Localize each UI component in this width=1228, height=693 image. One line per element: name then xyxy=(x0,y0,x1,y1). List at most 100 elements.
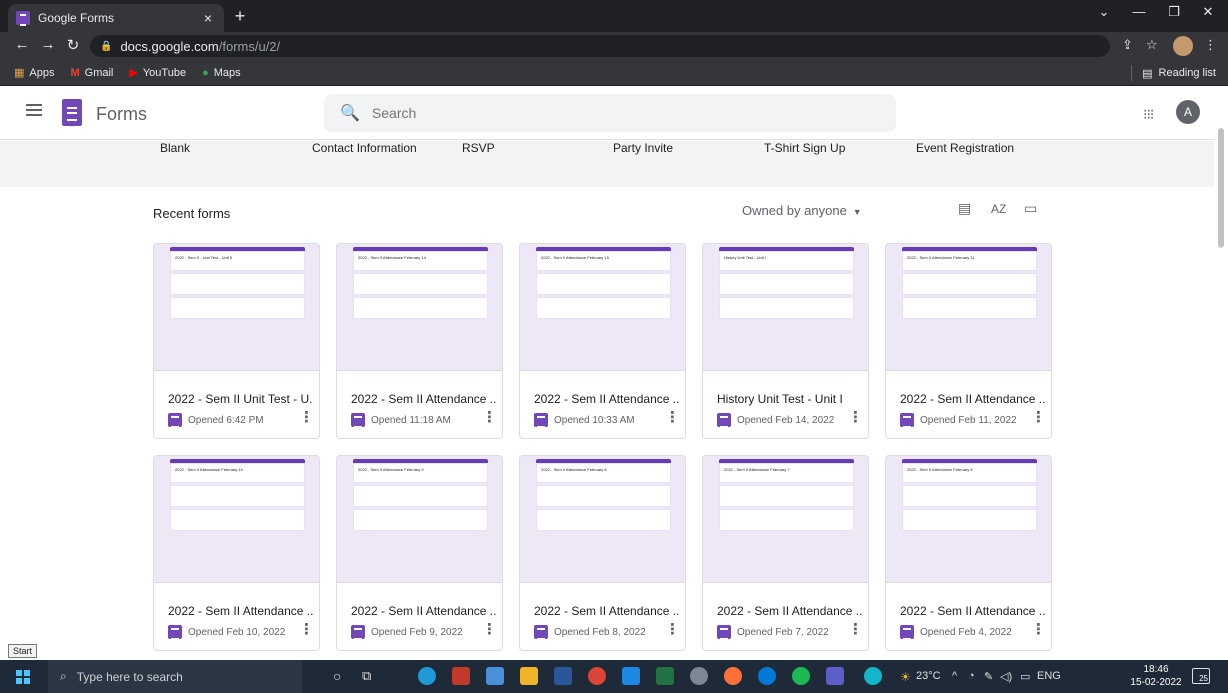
more-options-icon[interactable]: ⋮ xyxy=(665,410,680,426)
share-icon[interactable]: ⇪ xyxy=(1122,37,1133,53)
template-contact-information[interactable]: Contact Information xyxy=(312,141,417,155)
form-thumbnail[interactable]: 2022 - Sem II Attendance February 7 xyxy=(703,456,868,583)
form-card[interactable]: History Unit Test - Unit I History Unit T… xyxy=(702,243,869,439)
more-options-icon[interactable]: ⋮ xyxy=(848,410,863,426)
form-card-title[interactable]: 2022 - Sem II Attendance ... xyxy=(351,392,496,406)
form-card[interactable]: 2022 - Sem II Attendance February 8 2022 … xyxy=(519,455,686,651)
form-thumbnail[interactable]: 2022 - Sem II Attendance February 11 xyxy=(886,244,1051,371)
forms-logo-icon[interactable] xyxy=(62,99,82,126)
firefox-icon[interactable] xyxy=(724,667,742,685)
cortana-app-icon[interactable] xyxy=(758,667,776,685)
chrome-menu-icon[interactable]: ⋮ xyxy=(1204,37,1217,53)
folder-icon[interactable]: ▭ xyxy=(1024,200,1037,217)
form-card[interactable]: 2022 - Sem II Attendance February 10 2022… xyxy=(153,455,320,651)
template-party-invite[interactable]: Party Invite xyxy=(613,141,673,155)
weather-icon[interactable]: ☀ xyxy=(900,670,911,684)
form-card[interactable]: 2022 - Sem II Attendance February 4 2022 … xyxy=(885,455,1052,651)
windows-start-icon[interactable] xyxy=(16,670,30,684)
app-icon[interactable] xyxy=(690,667,708,685)
search-bar[interactable]: 🔍 xyxy=(324,94,896,132)
form-card[interactable]: 2022 - Sem II Attendance February 15 2022… xyxy=(519,243,686,439)
taskbar-search-box[interactable]: ⌕ Type here to search xyxy=(48,660,302,693)
app-icon[interactable] xyxy=(622,667,640,685)
file-explorer-icon[interactable] xyxy=(520,667,538,685)
more-options-icon[interactable]: ⋮ xyxy=(299,410,314,426)
more-options-icon[interactable]: ⋮ xyxy=(848,622,863,638)
network-icon[interactable]: ◔ xyxy=(968,670,975,682)
reload-icon[interactable]: ↻ xyxy=(63,36,83,54)
word-icon[interactable] xyxy=(554,667,572,685)
form-card[interactable]: 2022 - Sem II Attendance February 14 2022… xyxy=(336,243,503,439)
task-view-icon[interactable]: ⧉ xyxy=(362,668,371,684)
edge-icon[interactable] xyxy=(418,667,436,685)
template-rsvp[interactable]: RSVP xyxy=(462,141,495,155)
form-card[interactable]: 2022 - Sem II - Unit Test - Unit II 2022 … xyxy=(153,243,320,439)
form-thumbnail[interactable]: 2022 - Sem II Attendance February 4 xyxy=(886,456,1051,583)
list-view-icon[interactable]: ▤ xyxy=(958,200,971,217)
more-options-icon[interactable]: ⋮ xyxy=(1031,410,1046,426)
form-card[interactable]: 2022 - Sem II Attendance February 9 2022 … xyxy=(336,455,503,651)
app-icon[interactable] xyxy=(826,667,844,685)
reading-list-button[interactable]: ▤ Reading list xyxy=(1131,65,1216,81)
search-input[interactable] xyxy=(371,105,852,121)
tab-google-forms[interactable]: Google Forms × xyxy=(8,4,224,32)
form-thumbnail[interactable]: 2022 - Sem II Attendance February 15 xyxy=(520,244,685,371)
spotify-icon[interactable] xyxy=(792,667,810,685)
excel-icon[interactable] xyxy=(656,667,674,685)
tab-search-chevron-icon[interactable]: ⌄ xyxy=(1090,4,1118,20)
back-icon[interactable]: ← xyxy=(12,36,32,53)
form-card-title[interactable]: 2022 - Sem II Attendance ... xyxy=(900,392,1045,406)
form-card-title[interactable]: History Unit Test - Unit I xyxy=(717,392,862,406)
account-avatar[interactable]: A xyxy=(1176,100,1200,124)
form-card[interactable]: 2022 - Sem II Attendance February 11 2022… xyxy=(885,243,1052,439)
bookmark-apps[interactable]: ▦ Apps xyxy=(14,66,54,80)
chrome-icon[interactable] xyxy=(588,667,606,685)
form-thumbnail[interactable]: 2022 - Sem II - Unit Test - Unit II xyxy=(154,244,319,371)
form-card-title[interactable]: 2022 - Sem II Attendance ... xyxy=(168,604,313,618)
bookmark-star-icon[interactable]: ☆ xyxy=(1146,37,1158,53)
more-options-icon[interactable]: ⋮ xyxy=(1031,622,1046,638)
bookmark-gmail[interactable]: M Gmail xyxy=(70,67,113,79)
template-tshirt-signup[interactable]: T-Shirt Sign Up xyxy=(764,141,845,155)
form-card-title[interactable]: 2022 - Sem II Attendance ... xyxy=(534,604,679,618)
more-options-icon[interactable]: ⋮ xyxy=(665,622,680,638)
address-bar[interactable]: 🔒 docs.google.com/forms/u/2/ xyxy=(90,35,1110,57)
template-blank[interactable]: Blank xyxy=(160,141,190,155)
form-thumbnail[interactable]: 2022 - Sem II Attendance February 10 xyxy=(154,456,319,583)
form-card-title[interactable]: 2022 - Sem II Attendance ... xyxy=(717,604,862,618)
volume-icon[interactable]: ◁) xyxy=(1000,670,1012,683)
notifications-icon[interactable]: 25 xyxy=(1192,668,1210,684)
taskbar-clock[interactable]: 18:46 15-02-2022 xyxy=(1130,663,1182,689)
forward-icon[interactable]: → xyxy=(38,36,58,53)
app-title[interactable]: Forms xyxy=(96,104,147,125)
maximize-window-button[interactable]: ❐ xyxy=(1160,4,1188,20)
bookmark-youtube[interactable]: ▶ YouTube xyxy=(129,66,186,80)
cortana-icon[interactable]: ○ xyxy=(333,668,341,684)
search-icon[interactable]: 🔍 xyxy=(340,103,360,123)
owner-filter-dropdown[interactable]: Owned by anyone ▼ xyxy=(742,203,862,218)
form-card-title[interactable]: 2022 - Sem II Unit Test - U... xyxy=(168,392,313,406)
more-options-icon[interactable]: ⋮ xyxy=(482,410,497,426)
show-hidden-icons-icon[interactable]: ^ xyxy=(952,670,957,682)
more-options-icon[interactable]: ⋮ xyxy=(299,622,314,638)
google-apps-icon[interactable]: ⁝⁝⁝ xyxy=(1143,106,1154,123)
template-event-registration[interactable]: Event Registration xyxy=(916,141,1014,155)
app-icon[interactable] xyxy=(486,667,504,685)
scrollbar-thumb[interactable] xyxy=(1218,128,1224,248)
weather-temperature[interactable]: 23°C xyxy=(916,670,941,682)
bookmark-maps[interactable]: ● Maps xyxy=(202,67,241,79)
new-tab-button[interactable]: + xyxy=(230,6,250,27)
battery-icon[interactable]: ▭ xyxy=(1020,670,1030,683)
form-card-title[interactable]: 2022 - Sem II Attendance ... xyxy=(534,392,679,406)
form-card-title[interactable]: 2022 - Sem II Attendance ... xyxy=(351,604,496,618)
tab-close-icon[interactable]: × xyxy=(200,10,216,26)
main-menu-icon[interactable] xyxy=(26,104,42,116)
minimize-window-button[interactable]: — xyxy=(1125,4,1153,19)
language-indicator[interactable]: ENG xyxy=(1037,670,1061,682)
form-thumbnail[interactable]: 2022 - Sem II Attendance February 9 xyxy=(337,456,502,583)
chrome-profile-avatar[interactable] xyxy=(1173,36,1193,56)
sort-az-icon[interactable]: AZ xyxy=(991,202,1006,216)
more-options-icon[interactable]: ⋮ xyxy=(482,622,497,638)
form-thumbnail[interactable]: History Unit Test - Unit I xyxy=(703,244,868,371)
form-thumbnail[interactable]: 2022 - Sem II Attendance February 14 xyxy=(337,244,502,371)
